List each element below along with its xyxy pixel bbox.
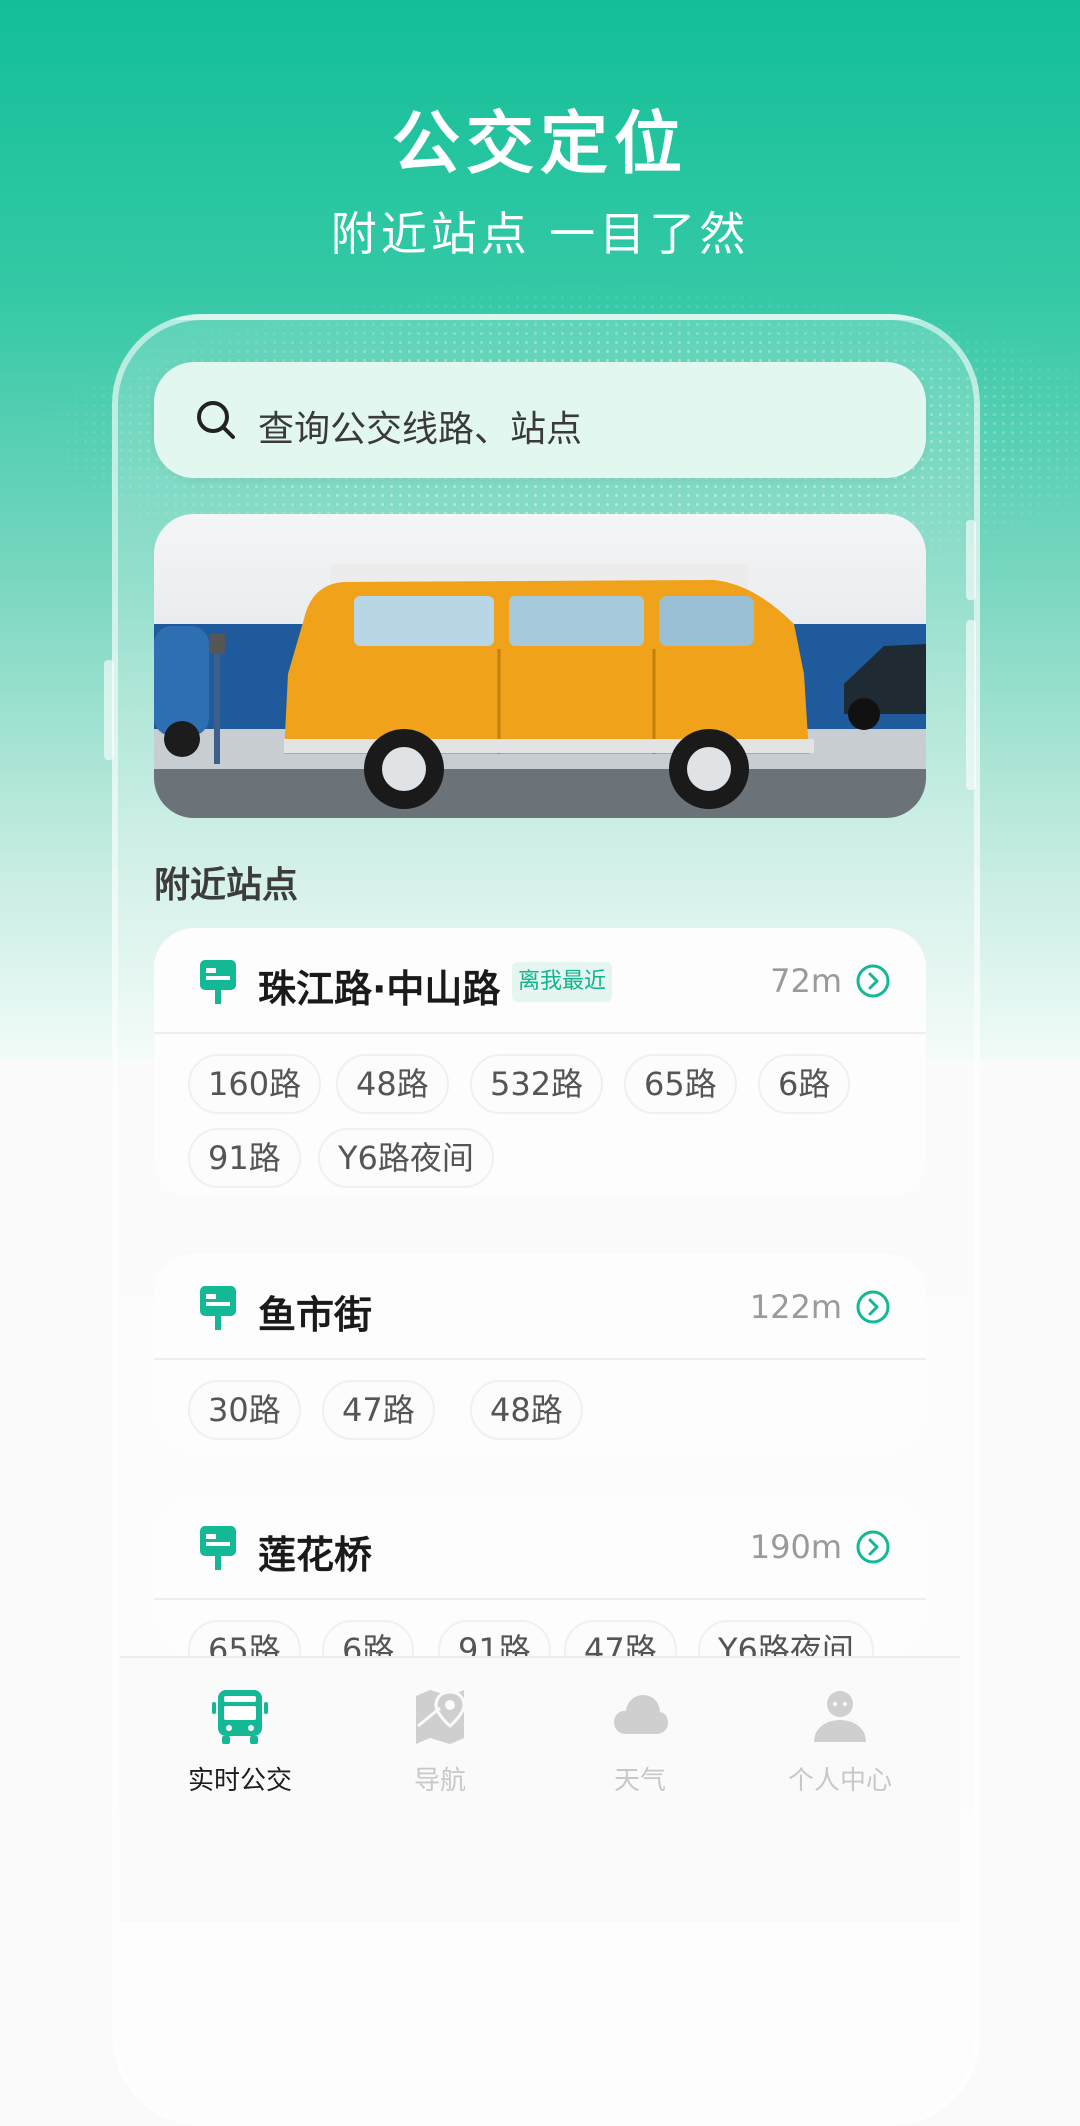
search-icon: [197, 401, 235, 439]
station-distance: 190m: [749, 1528, 842, 1566]
route-chip[interactable]: 47路: [322, 1380, 435, 1440]
route-chip[interactable]: Y6路夜间: [318, 1128, 494, 1188]
route-list: 160路 48路 532路 65路 6路 91路 Y6路夜间: [154, 1034, 926, 1188]
hero-title: 公交定位: [391, 104, 688, 184]
route-chip[interactable]: 160路: [188, 1054, 322, 1114]
phone-side-button: [966, 520, 976, 600]
nav-item-realtime-bus[interactable]: 实时公交: [140, 1686, 340, 1797]
route-chip[interactable]: 91路: [188, 1128, 301, 1188]
route-chip[interactable]: 65路: [624, 1054, 737, 1114]
route-chip[interactable]: 48路: [336, 1054, 449, 1114]
route-chip[interactable]: 30路: [188, 1380, 301, 1440]
bus-icon: [212, 1690, 268, 1744]
nav-item-weather[interactable]: 天气: [540, 1686, 740, 1797]
route-chip[interactable]: 532路: [470, 1054, 604, 1114]
nav-label: 实时公交: [187, 1766, 292, 1796]
user-icon: [814, 1691, 866, 1742]
route-list: 65路 6路 91路 47路 Y6路夜间: [154, 1600, 926, 1656]
station-distance: 122m: [749, 1288, 842, 1326]
station-header[interactable]: 珠江路·中山路 离我最近 72m: [154, 928, 926, 1034]
station-header[interactable]: 莲花桥 190m: [154, 1494, 926, 1600]
station-name: 莲花桥: [258, 1533, 373, 1577]
map-pin-icon: [416, 1690, 466, 1744]
route-chip[interactable]: 6路: [322, 1620, 415, 1656]
station-name: 珠江路·中山路: [258, 967, 501, 1011]
nav-label: 导航: [413, 1766, 466, 1796]
van-illustration: [154, 514, 926, 818]
search-placeholder: 查询公交线路、站点: [258, 409, 583, 450]
nav-label: 个人中心: [787, 1766, 892, 1796]
station-name: 鱼市街: [258, 1293, 373, 1337]
phone-side-button: [104, 660, 114, 760]
hero-subtitle: 附近站点 一目了然: [330, 207, 750, 261]
bottom-nav: 实时公交 导航 天气 个人中心: [120, 1656, 960, 1922]
chevron-right-circle-icon[interactable]: [856, 964, 890, 998]
search-bar[interactable]: 查询公交线路、站点: [154, 362, 926, 478]
route-chip[interactable]: 6路: [758, 1054, 851, 1114]
station-card[interactable]: 鱼市街 122m 30路 47路 48路: [154, 1254, 926, 1454]
route-chip[interactable]: 48路: [470, 1380, 583, 1440]
nav-item-navigation[interactable]: 导航: [340, 1686, 540, 1797]
bus-stop-icon: [200, 1286, 236, 1330]
station-card[interactable]: 莲花桥 190m 65路 6路 91路 47路 Y6路夜间: [154, 1494, 926, 1656]
phone-side-button: [966, 620, 976, 790]
route-chip[interactable]: Y6路夜间: [698, 1620, 874, 1656]
cloud-icon: [614, 1695, 668, 1734]
bus-stop-icon: [200, 1526, 236, 1570]
banner-image[interactable]: [154, 514, 926, 818]
route-chip[interactable]: 91路: [438, 1620, 551, 1656]
nav-item-profile[interactable]: 个人中心: [740, 1686, 940, 1797]
chevron-right-circle-icon[interactable]: [856, 1290, 890, 1324]
bus-stop-icon: [200, 960, 236, 1004]
section-title-nearby: 附近站点: [154, 865, 299, 906]
nav-label: 天气: [613, 1766, 666, 1796]
station-card[interactable]: 珠江路·中山路 离我最近 72m 160路 48路 532路 65路 6路 91…: [154, 928, 926, 1198]
nearest-badge: 离我最近: [512, 962, 613, 1002]
station-distance: 72m: [770, 962, 842, 1000]
chevron-right-circle-icon[interactable]: [856, 1530, 890, 1564]
route-chip[interactable]: 47路: [564, 1620, 677, 1656]
route-chip[interactable]: 65路: [188, 1620, 301, 1656]
station-header[interactable]: 鱼市街 122m: [154, 1254, 926, 1360]
route-list: 30路 47路 48路: [154, 1360, 926, 1440]
